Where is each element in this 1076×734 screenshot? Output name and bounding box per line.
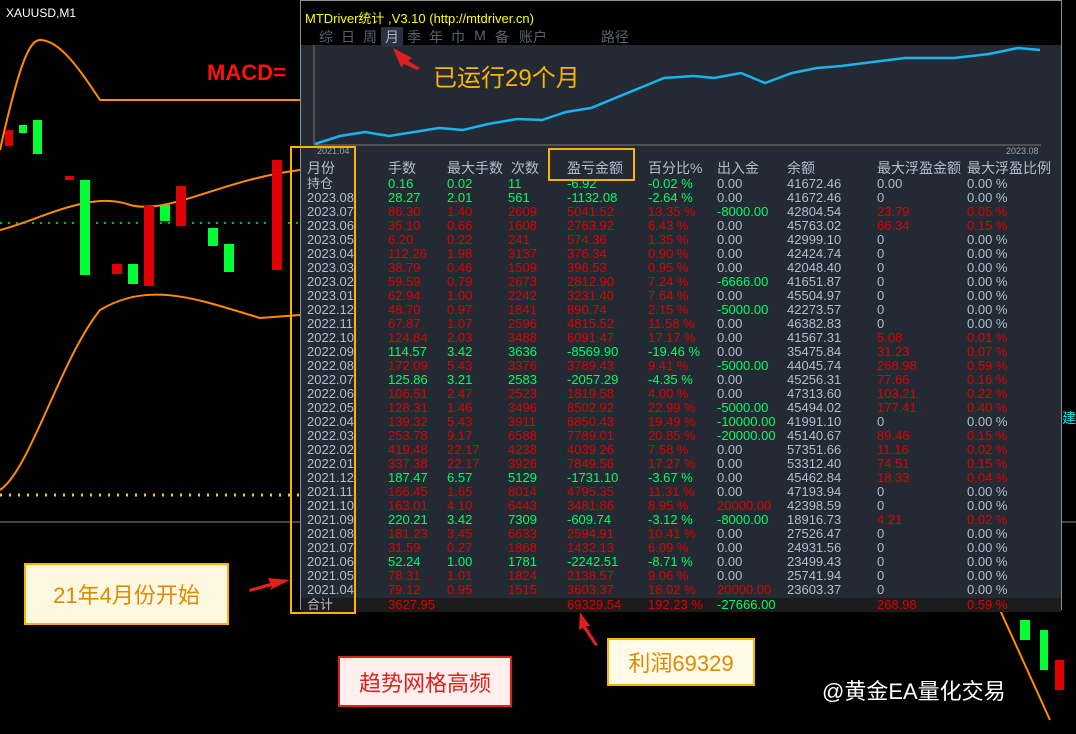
arrow-icon [579,612,598,646]
arrow-icon [393,48,420,70]
running-months-note: 已运行29个月 [433,65,580,92]
watermark: @黄金EA量化交易 [822,679,1006,704]
arrow-icon [249,578,290,592]
profit-note: 利润69329 [607,638,755,686]
strategy-note: 趋势网格高频 [338,656,512,707]
start-month-note: 21年4月份开始 [24,563,229,625]
